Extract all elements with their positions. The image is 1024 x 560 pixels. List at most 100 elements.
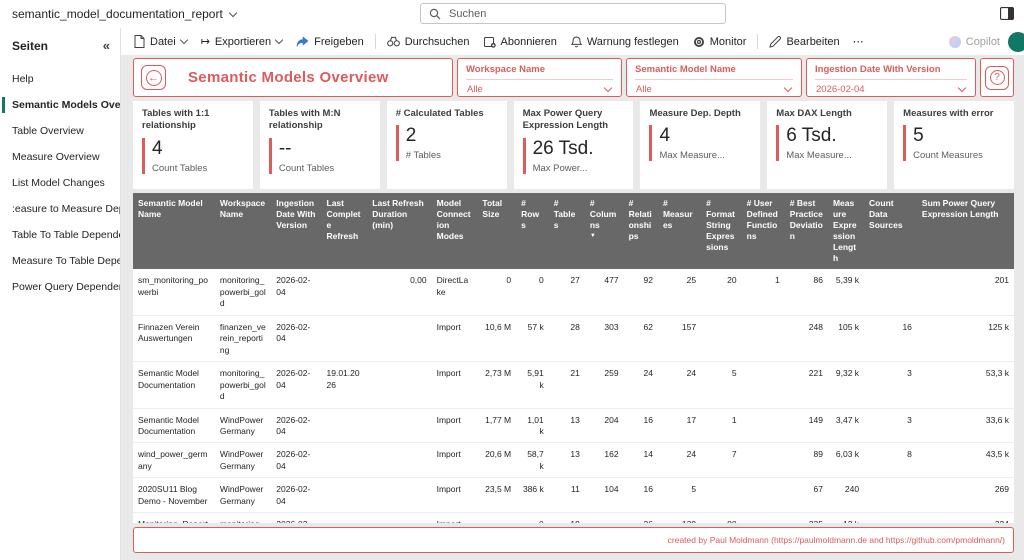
table-row[interactable]: sm_monitoring_powerbi monitoring_powerbi… [133, 269, 1014, 316]
report-toolbar: Datei ↦ Exportieren Freigeben Durchsuche… [121, 28, 1024, 55]
table-column-header[interactable]: # Columns ▼ [584, 193, 624, 270]
table-column-header[interactable]: Ingestion Date With Version ▼ [271, 193, 322, 270]
sidebar-page-label: Help [12, 73, 34, 85]
kpi-card[interactable]: Max DAX Length 6 Tsd. Max Measure... [767, 101, 888, 189]
copilot-icon [948, 35, 961, 48]
table-column-header[interactable]: # Best Practice Deviation ▼ [784, 193, 828, 270]
kpi-card[interactable]: Tables with 1:1 relationship 4 Count Tab… [133, 101, 253, 189]
side-pane-toggle-icon[interactable] [1000, 7, 1014, 20]
help-box: ? [980, 58, 1014, 97]
bell-icon [570, 35, 582, 47]
table-column-header[interactable]: Workspace Name ▼ [214, 193, 272, 270]
slicer-dropdown[interactable]: Alle [466, 79, 613, 95]
kpi-card[interactable]: Max Power Query Expression Length 26 Tsd… [513, 101, 634, 189]
sidebar-page-item[interactable]: List Model Changes [0, 170, 120, 196]
report-name-label: semantic_model_documentation_report [12, 7, 223, 21]
semantic-models-table: Semantic Model Name ▼ Workspace Name ▼ [133, 193, 1014, 523]
sidebar-page-item[interactable]: Help [0, 66, 120, 92]
table-column-header[interactable]: Last Refresh Duration (min) ▼ [367, 193, 432, 270]
kpi-card-row: Tables with 1:1 relationship 4 Count Tab… [133, 101, 1015, 189]
more-options-icon[interactable]: ⋯ [847, 31, 871, 52]
table-column-header[interactable]: Measure Expression Length ▼ [827, 193, 865, 270]
subscribe-button[interactable]: Abonnieren [477, 32, 564, 52]
table-row[interactable]: Monitoring_Report monitoring_powerbi_gol… [133, 512, 1014, 523]
table-column-header[interactable]: Sum Power Query Expression Length ▼ [916, 193, 1014, 270]
sidebar-page-item[interactable]: Measure To Table Depe... [0, 248, 120, 274]
file-menu-button[interactable]: Datei [127, 31, 194, 52]
table-column-header[interactable]: Count Data Sources ▼ [864, 193, 917, 270]
sidebar-page-item[interactable]: :easure to Measure Dep... [0, 196, 120, 222]
sidebar-page-item[interactable]: Power Query Dependen... [0, 274, 120, 300]
sort-descending-icon: ▼ [589, 233, 596, 240]
pages-sidebar: Seiten « Help Semantic Models Over... Ta… [0, 28, 121, 560]
kpi-sublabel: Count Tables [278, 162, 335, 174]
table-row[interactable]: wind_power_germany WindPowerGermany 2026… [133, 442, 1014, 479]
kpi-sublabel: Max Measure... [786, 150, 852, 162]
workspace-name-slicer: Workspace Name Alle [457, 58, 622, 97]
table-column-header[interactable]: # Measures ▼ [657, 193, 702, 270]
global-search [420, 3, 726, 24]
kpi-value: 26 Tsd. [532, 137, 594, 159]
sidebar-page-item[interactable]: Semantic Models Over... [0, 92, 120, 118]
kpi-title: # Calculated Tables [395, 108, 484, 119]
report-header-box: ← Semantic Models Overview [133, 58, 453, 97]
table-row[interactable]: Semantic Model Documentation WindPowerGe… [133, 408, 1014, 444]
table-column-header[interactable]: Model Connection Modes ▼ [431, 193, 478, 270]
kpi-card[interactable]: Tables with M:N relationship -- Count Ta… [259, 101, 380, 189]
kpi-card[interactable]: Measures with error 5 Count Measures [894, 101, 1015, 189]
kpi-card[interactable]: # Calculated Tables 2 # Tables [386, 101, 507, 189]
search-input[interactable] [447, 6, 717, 21]
pencil-icon [769, 35, 782, 48]
table-column-header[interactable]: Last Complete Refresh ▼ [321, 193, 368, 270]
table-row[interactable]: 2020SU11 Blog Demo - November WindPowerG… [133, 477, 1014, 514]
kpi-value: -- [278, 137, 292, 159]
sidebar-page-label: Table To Table Depende... [12, 229, 120, 241]
kpi-value: 4 [152, 137, 163, 159]
chevron-down-icon [603, 83, 613, 93]
slicer-dropdown[interactable]: 2026-02-04 [815, 79, 967, 95]
sidebar-page-label: :easure to Measure Dep... [12, 203, 120, 215]
table-column-header[interactable]: # User Defined Functions ▼ [741, 193, 785, 270]
kpi-value: 4 [659, 125, 671, 147]
kpi-sublabel: Count Tables [152, 162, 208, 174]
report-name-dropdown[interactable]: semantic_model_documentation_report [12, 7, 238, 21]
slicer-dropdown[interactable]: Alle [635, 79, 793, 95]
chevron-down-icon [957, 83, 967, 93]
chevron-down-icon [228, 8, 238, 17]
table-column-header[interactable]: Total Size ▼ [477, 193, 517, 270]
edit-button[interactable]: Bearbeiten [762, 32, 846, 52]
table-row[interactable]: Finnazen Verein Auswertungen finanzen_ve… [133, 315, 1014, 363]
kpi-value: 6 Tsd. [786, 125, 837, 147]
kpi-sublabel: Max Measure... [659, 150, 725, 162]
set-alert-button[interactable]: Warnung festlegen [564, 32, 686, 52]
sidebar-page-label: List Model Changes [12, 177, 105, 189]
table-column-header[interactable]: Semantic Model Name ▼ [133, 193, 215, 270]
report-canvas: ← Semantic Models Overview Workspace Nam… [121, 55, 1024, 560]
sidebar-page-item[interactable]: Table Overview [0, 118, 120, 144]
table-column-header[interactable]: # Tables ▼ [548, 193, 585, 270]
monitor-button[interactable]: Monitor [686, 32, 754, 52]
back-button[interactable]: ← [141, 65, 166, 90]
pages-title: Seiten [12, 38, 49, 53]
footer-credit: created by Paul Moldmann (https://paulmo… [667, 535, 1005, 545]
share-button[interactable]: Freigeben [289, 32, 371, 52]
back-arrow-icon: ← [145, 69, 162, 86]
explore-button[interactable]: Durchsuchen [380, 32, 477, 52]
binoculars-icon [386, 36, 400, 47]
chevron-down-icon [274, 35, 284, 45]
sidebar-page-item[interactable]: Table To Table Depende... [0, 222, 120, 248]
table-column-header[interactable]: # Rows ▼ [516, 193, 549, 270]
export-menu-button[interactable]: ↦ Exportieren [194, 31, 289, 52]
copilot-button[interactable]: Copilot [948, 35, 1000, 48]
table-column-header[interactable]: # Format String Expressions ▼ [701, 193, 742, 270]
kpi-sublabel: Max Power... [532, 162, 588, 174]
kpi-card[interactable]: Measure Dep. Depth 4 Max Measure... [640, 101, 761, 189]
table-column-header[interactable]: # Relationships ▼ [623, 193, 658, 270]
help-button[interactable]: ? [985, 65, 1009, 90]
account-avatar[interactable] [1008, 31, 1024, 52]
table-row[interactable]: Semantic Model Documentation monitoring_… [133, 361, 1014, 409]
collapse-pane-icon[interactable]: « [103, 38, 110, 53]
kpi-title: Tables with M:N relationship [268, 108, 341, 132]
kpi-title: Measures with error [903, 108, 994, 119]
sidebar-page-item[interactable]: Measure Overview [0, 144, 120, 170]
